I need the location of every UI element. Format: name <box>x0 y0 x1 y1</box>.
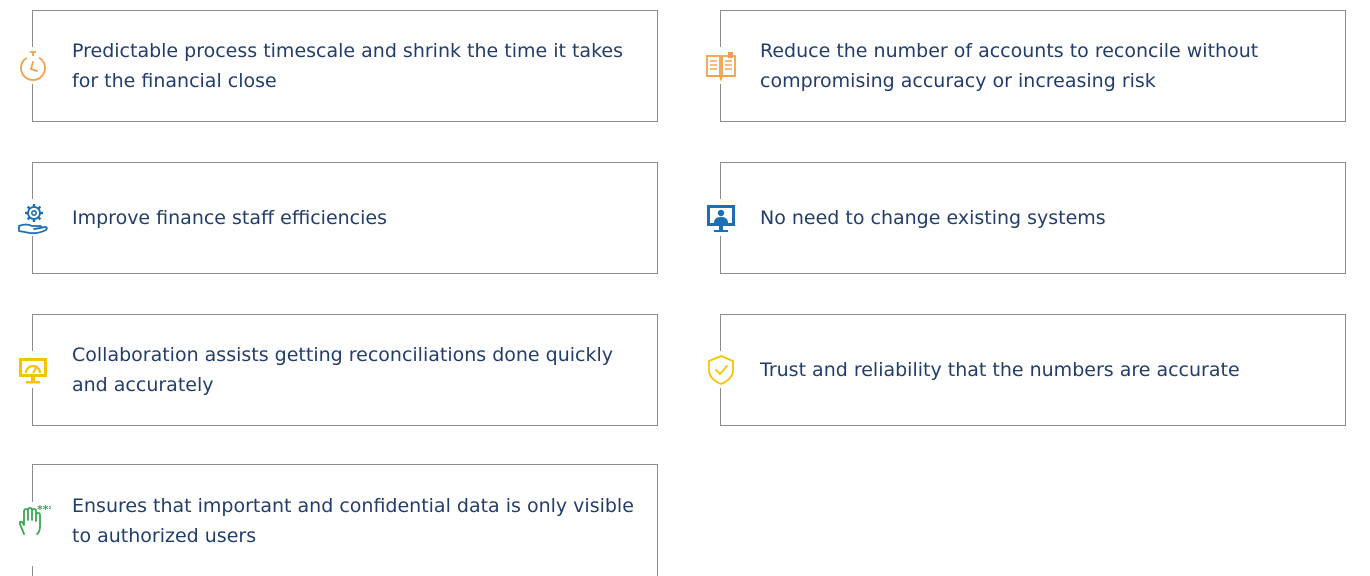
benefit-text: Predictable process timescale and shrink… <box>72 40 623 92</box>
hand-password-icon: *** <box>14 501 52 540</box>
benefit-card-existing-systems: No need to change existing systems <box>702 162 1346 274</box>
benefit-card-timescale: Predictable process timescale and shrink… <box>14 10 658 122</box>
benefit-text: Improve finance staff efficiencies <box>72 207 387 229</box>
benefit-card-efficiencies: Improve finance staff efficiencies <box>14 162 658 274</box>
open-book-icon <box>702 47 740 85</box>
benefit-card-accounts: Reduce the number of accounts to reconci… <box>702 10 1346 122</box>
stopwatch-icon <box>14 47 52 85</box>
benefit-text: Reduce the number of accounts to reconci… <box>760 40 1259 92</box>
shield-check-icon <box>702 351 740 389</box>
benefit-text: Collaboration assists getting reconcilia… <box>72 344 614 396</box>
dashboard-monitor-icon <box>14 351 52 389</box>
benefit-text: No need to change existing systems <box>760 207 1106 229</box>
gear-in-hand-icon <box>14 199 52 237</box>
benefit-card-security: *** Ensures that important and confident… <box>14 464 658 576</box>
benefit-text: Ensures that important and confidential … <box>72 494 634 547</box>
benefit-text: Trust and reliability that the numbers a… <box>760 359 1240 381</box>
svg-text:***: *** <box>37 504 51 516</box>
benefit-card-collaboration: Collaboration assists getting reconcilia… <box>14 314 658 426</box>
benefit-card-trust: Trust and reliability that the numbers a… <box>702 314 1346 426</box>
monitor-user-icon <box>702 199 740 237</box>
